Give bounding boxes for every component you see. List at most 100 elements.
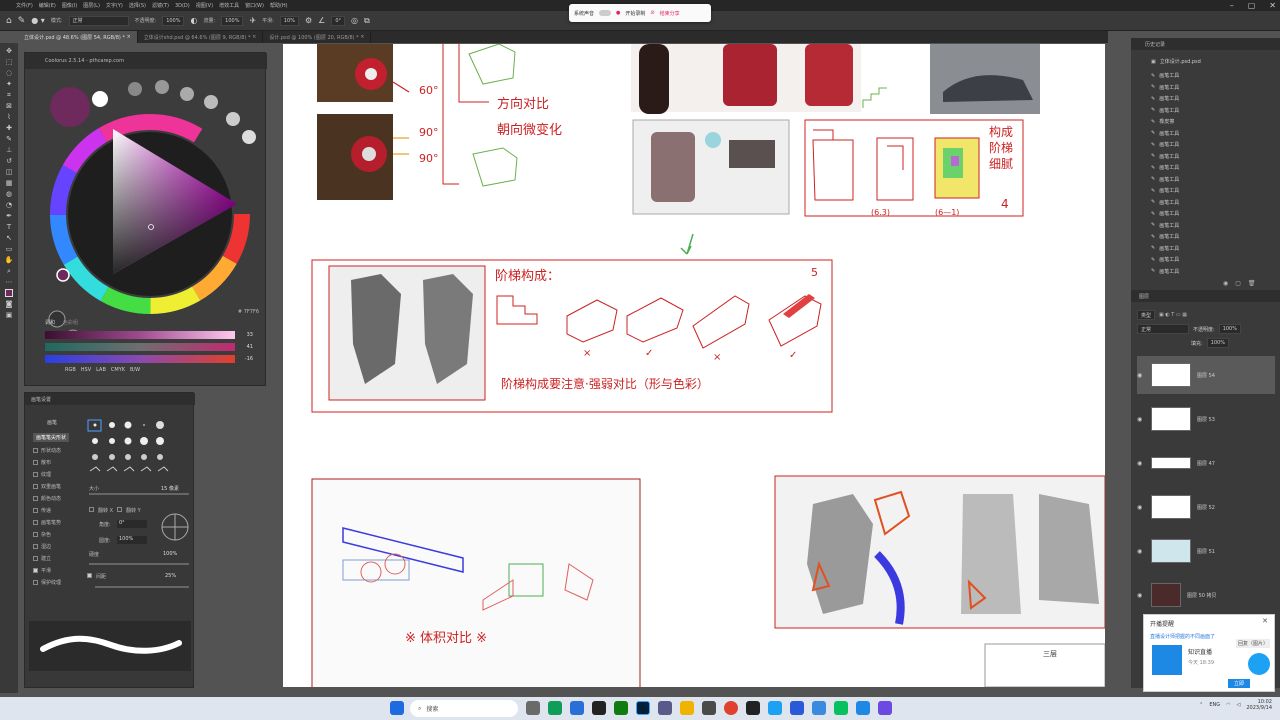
menu-item[interactable]: 图层(L) bbox=[83, 2, 100, 9]
close-icon[interactable]: × bbox=[127, 34, 131, 40]
history-item[interactable]: ✎ 画笔工具 bbox=[1151, 231, 1271, 242]
checkbox[interactable] bbox=[33, 508, 38, 513]
brush-angle-widget[interactable] bbox=[159, 511, 191, 543]
menu-item[interactable]: 3D(D) bbox=[175, 3, 190, 9]
history-item[interactable]: ✎ 画笔工具 bbox=[1151, 70, 1271, 81]
checkbox[interactable] bbox=[33, 496, 38, 501]
eye-icon[interactable]: ◉ bbox=[1137, 460, 1145, 467]
checkbox[interactable] bbox=[33, 448, 38, 453]
brush-option[interactable]: 杂色 bbox=[33, 531, 51, 538]
app-icon[interactable] bbox=[812, 701, 826, 715]
eyedropper-icon[interactable]: ⌇ bbox=[3, 113, 15, 122]
history-item[interactable]: ✎ 画笔工具 bbox=[1151, 220, 1271, 231]
action-button[interactable]: 立即 bbox=[1228, 679, 1251, 688]
home-icon[interactable]: ⌂ bbox=[6, 16, 12, 26]
minimize-icon[interactable]: – bbox=[1230, 1, 1234, 10]
layer-row[interactable]: ◉ 图层 54 bbox=[1137, 356, 1275, 394]
new-doc-icon[interactable]: ▢ bbox=[1235, 280, 1241, 287]
volume-icon[interactable]: ◁ bbox=[1237, 702, 1241, 708]
angle-icon[interactable]: ∠ bbox=[318, 16, 325, 25]
brush-preset-picker[interactable]: ● ▾ bbox=[31, 16, 45, 25]
brush-option[interactable]: 保护纹理 bbox=[33, 579, 61, 586]
move-tool-icon[interactable]: ✥ bbox=[3, 47, 15, 56]
history-brush-icon[interactable]: ↺ bbox=[3, 157, 15, 166]
eraser-icon[interactable]: ◫ bbox=[3, 168, 15, 177]
clock[interactable]: 10:02 2023/9/14 bbox=[1246, 699, 1272, 711]
doc-tab[interactable]: 立体设计shd.psd @ 64.6% (图层 9, RGB/8) * × bbox=[138, 31, 264, 43]
menu-item[interactable]: 增效工具 bbox=[219, 2, 239, 9]
blur-icon[interactable]: ◍ bbox=[3, 190, 15, 199]
more-tools-icon[interactable]: ⋯ bbox=[3, 278, 15, 287]
dodge-icon[interactable]: ◔ bbox=[3, 201, 15, 210]
history-item[interactable]: ✎ 画笔工具 bbox=[1151, 185, 1271, 196]
flip-x-checkbox[interactable] bbox=[89, 507, 94, 512]
brush-tool-icon[interactable]: ✎ bbox=[3, 135, 15, 144]
gradient-icon[interactable]: ▦ bbox=[3, 179, 15, 188]
color-slider-1[interactable] bbox=[45, 331, 235, 339]
layer-row[interactable]: ◉ 图层 51 bbox=[1137, 532, 1275, 570]
layer-row[interactable]: ◉ 图层 47 bbox=[1137, 444, 1275, 482]
brush-option[interactable]: 平滑 bbox=[33, 567, 51, 574]
brush-option[interactable]: 画笔笔势 bbox=[33, 519, 61, 526]
app-icon[interactable] bbox=[702, 701, 716, 715]
brush-presets-button[interactable]: 画笔 bbox=[47, 419, 57, 426]
brush-tool-icon[interactable]: ✎ bbox=[18, 16, 26, 26]
roundness-field[interactable]: 100% bbox=[117, 536, 147, 544]
taskbar-search[interactable]: ⌕ 搜索 bbox=[410, 700, 518, 717]
angle-field[interactable]: 0° bbox=[117, 520, 147, 528]
tab-harmony[interactable]: 调和 bbox=[45, 319, 55, 326]
app-icon[interactable] bbox=[790, 701, 804, 715]
slider-value[interactable]: 41 bbox=[239, 344, 253, 350]
live-notification[interactable]: 开播提醒 ✕ 直播设计师把握的不同画面了 知识直播 今天 18:39 回复（图片… bbox=[1143, 614, 1275, 692]
mode-bw[interactable]: B/W bbox=[130, 367, 140, 373]
menu-item[interactable]: 窗口(W) bbox=[245, 2, 264, 9]
lasso-tool-icon[interactable]: ◌ bbox=[3, 69, 15, 78]
airbrush-icon[interactable]: ✈ bbox=[249, 16, 256, 25]
symmetry-icon[interactable]: ⧉ bbox=[364, 16, 370, 26]
brush-option[interactable]: 湿边 bbox=[33, 543, 51, 550]
tab-swatches[interactable]: 色彩组 bbox=[63, 319, 78, 326]
pressure-size-icon[interactable]: ◎ bbox=[351, 16, 358, 25]
xbox-icon[interactable] bbox=[614, 701, 628, 715]
primary-color-swatch[interactable] bbox=[50, 87, 90, 127]
notification-message[interactable]: 直播设计师把握的不同画面了 bbox=[1150, 633, 1215, 640]
eye-icon[interactable]: ◉ bbox=[1137, 548, 1145, 555]
size-slider[interactable] bbox=[89, 493, 189, 495]
shape-tool-icon[interactable]: ▭ bbox=[3, 245, 15, 254]
task-view-icon[interactable] bbox=[526, 701, 540, 715]
healing-brush-icon[interactable]: ✚ bbox=[3, 124, 15, 133]
slider-value[interactable]: -16 bbox=[239, 356, 253, 362]
chrome-icon[interactable] bbox=[724, 701, 738, 715]
color-slider-3[interactable] bbox=[45, 355, 235, 363]
checkbox[interactable] bbox=[33, 556, 38, 561]
mode-cmyk[interactable]: CMYK bbox=[111, 367, 125, 373]
end-share-icon[interactable]: ⊘ bbox=[650, 10, 654, 16]
history-item[interactable]: ✎ 画笔工具 bbox=[1151, 266, 1271, 277]
brush-option[interactable]: 建立 bbox=[33, 555, 51, 562]
brush-option[interactable]: 纹理 bbox=[33, 471, 51, 478]
menu-item[interactable]: 编辑(E) bbox=[39, 2, 56, 9]
history-item[interactable]: ✎ 画笔工具 bbox=[1151, 128, 1271, 139]
app-icon[interactable] bbox=[746, 701, 760, 715]
stamp-tool-icon[interactable]: ⊥ bbox=[3, 146, 15, 155]
eye-icon[interactable]: ◉ bbox=[1137, 372, 1145, 379]
history-item[interactable]: ✎ 画笔工具 bbox=[1151, 197, 1271, 208]
close-icon[interactable]: × bbox=[360, 34, 364, 40]
camera-icon[interactable]: ◉ bbox=[1223, 280, 1228, 287]
magic-wand-icon[interactable]: ✦ bbox=[3, 80, 15, 89]
checkbox[interactable] bbox=[33, 532, 38, 537]
tray-chevron-icon[interactable]: ⌃ bbox=[1199, 702, 1203, 708]
hue-ring-handle[interactable] bbox=[56, 268, 70, 282]
menu-item[interactable]: 视图(V) bbox=[196, 2, 213, 9]
color-swatch-icon[interactable] bbox=[3, 289, 15, 298]
folder-icon[interactable] bbox=[680, 701, 694, 715]
path-select-icon[interactable]: ↖ bbox=[3, 234, 15, 243]
quick-mask-icon[interactable]: ◙ bbox=[3, 300, 15, 309]
smooth-field[interactable]: 10% bbox=[279, 15, 299, 26]
history-item[interactable]: ✎ 画笔工具 bbox=[1151, 139, 1271, 150]
checkbox[interactable] bbox=[33, 520, 38, 525]
checkbox[interactable] bbox=[33, 544, 38, 549]
menu-item[interactable]: 滤镜(T) bbox=[152, 2, 169, 9]
close-icon[interactable]: ✕ bbox=[1269, 1, 1276, 10]
app-icon[interactable] bbox=[856, 701, 870, 715]
